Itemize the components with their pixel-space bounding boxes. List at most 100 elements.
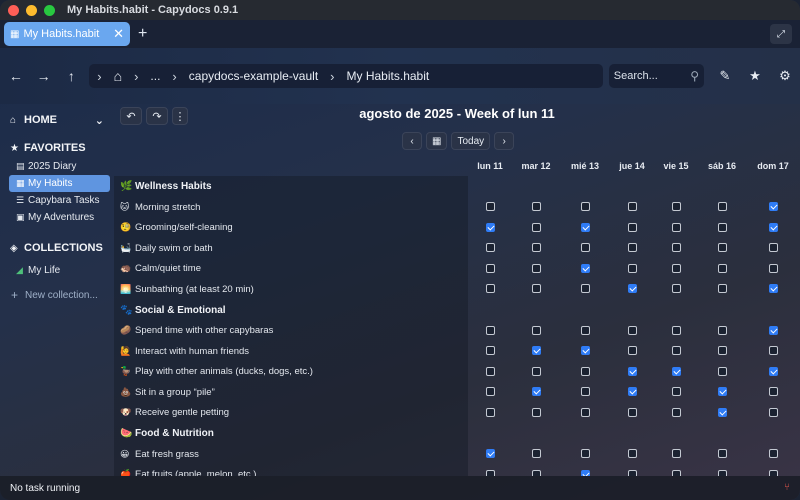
habit-checkbox[interactable] — [768, 366, 778, 376]
habit-checkbox[interactable] — [531, 387, 541, 396]
habit-checkbox[interactable] — [768, 346, 778, 355]
habit-checkbox[interactable] — [580, 366, 590, 376]
habit-checkbox[interactable] — [580, 202, 590, 211]
habit-checkbox[interactable] — [485, 407, 495, 417]
habit-checkbox[interactable] — [671, 222, 681, 232]
fullscreen-icon[interactable]: ⤢ — [770, 24, 792, 44]
habit-checkbox[interactable] — [671, 366, 681, 376]
habit-checkbox[interactable] — [531, 243, 541, 252]
home-icon[interactable]: ⌂ — [114, 68, 122, 84]
habit-checkbox[interactable] — [627, 243, 637, 252]
habit-checkbox[interactable] — [768, 202, 778, 211]
habit-checkbox[interactable] — [485, 387, 495, 396]
sidebar-item-my-habits[interactable]: ▦ My Habits — [9, 175, 110, 192]
next-week-button[interactable]: › — [494, 132, 515, 150]
habit-checkbox[interactable] — [531, 222, 541, 232]
habit-checkbox[interactable] — [580, 387, 590, 396]
habit-checkbox[interactable] — [580, 325, 590, 335]
habit-checkbox[interactable] — [671, 387, 681, 396]
habit-checkbox[interactable] — [717, 284, 727, 293]
sidebar-item-my-adventures[interactable]: ▣ My Adventures — [9, 209, 110, 226]
habit-checkbox[interactable] — [717, 366, 727, 376]
habit-checkbox[interactable] — [627, 407, 637, 417]
habit-checkbox[interactable] — [717, 263, 727, 273]
more-options-icon[interactable]: ⋮ — [172, 107, 188, 125]
habit-checkbox[interactable] — [768, 243, 778, 252]
habit-checkbox[interactable] — [717, 346, 727, 355]
habit-checkbox[interactable] — [768, 284, 778, 293]
habit-checkbox[interactable] — [671, 284, 681, 293]
gear-icon[interactable]: ⚙ — [770, 68, 800, 84]
close-window-button[interactable] — [8, 4, 19, 16]
habit-checkbox[interactable] — [671, 407, 681, 417]
habit-checkbox[interactable] — [768, 407, 778, 417]
minimize-window-button[interactable] — [26, 4, 37, 16]
habit-checkbox[interactable] — [580, 243, 590, 252]
habit-checkbox[interactable] — [485, 325, 495, 335]
habit-checkbox[interactable] — [531, 284, 541, 293]
habit-checkbox[interactable] — [485, 222, 495, 232]
habit-checkbox[interactable] — [768, 222, 778, 232]
habit-checkbox[interactable] — [671, 346, 681, 355]
habit-checkbox[interactable] — [717, 222, 727, 232]
habit-checkbox[interactable] — [717, 387, 727, 396]
sidebar-item-my-life[interactable]: ◢ My Life — [9, 262, 110, 279]
habit-checkbox[interactable] — [580, 284, 590, 293]
new-tab-button[interactable]: + — [138, 25, 147, 43]
sidebar-item-capybara-tasks[interactable]: ☰ Capybara Tasks — [9, 192, 110, 209]
habit-checkbox[interactable] — [485, 346, 495, 355]
habit-checkbox[interactable] — [485, 202, 495, 211]
branch-icon[interactable]: ⑂ — [784, 482, 790, 493]
breadcrumb-item-vault[interactable]: capydocs-example-vault — [189, 69, 318, 83]
close-tab-icon[interactable]: ✕ — [113, 26, 124, 42]
habit-checkbox[interactable] — [717, 243, 727, 252]
undo-icon[interactable]: ↶ — [120, 107, 142, 125]
habit-checkbox[interactable] — [768, 387, 778, 396]
habit-checkbox[interactable] — [671, 325, 681, 335]
calendar-picker-icon[interactable]: ▦ — [426, 132, 448, 150]
star-icon[interactable]: ★ — [740, 68, 770, 84]
breadcrumb-item-file[interactable]: My Habits.habit — [347, 69, 430, 83]
habit-checkbox[interactable] — [627, 325, 637, 335]
habit-checkbox[interactable] — [531, 202, 541, 211]
habit-checkbox[interactable] — [485, 243, 495, 252]
habit-checkbox[interactable] — [768, 263, 778, 273]
habit-checkbox[interactable] — [485, 449, 495, 458]
habit-checkbox[interactable] — [627, 284, 637, 293]
habit-checkbox[interactable] — [580, 449, 590, 458]
habit-checkbox[interactable] — [485, 366, 495, 376]
habit-checkbox[interactable] — [627, 222, 637, 232]
habit-checkbox[interactable] — [671, 202, 681, 211]
habit-checkbox[interactable] — [768, 325, 778, 335]
habit-checkbox[interactable] — [627, 202, 637, 211]
chevron-right-icon[interactable]: › — [97, 69, 101, 84]
search-input[interactable]: Search... ⚲ — [608, 64, 704, 88]
habit-checkbox[interactable] — [485, 263, 495, 273]
habit-checkbox[interactable] — [717, 407, 727, 417]
up-arrow-icon[interactable]: ↑ — [58, 68, 86, 84]
habit-checkbox[interactable] — [531, 407, 541, 417]
habit-checkbox[interactable] — [531, 325, 541, 335]
habit-checkbox[interactable] — [580, 222, 590, 232]
habit-checkbox[interactable] — [627, 263, 637, 273]
habit-checkbox[interactable] — [580, 346, 590, 355]
habit-checkbox[interactable] — [531, 449, 541, 458]
redo-icon[interactable]: ↷ — [146, 107, 168, 125]
habit-checkbox[interactable] — [717, 202, 727, 211]
new-collection-button[interactable]: + New collection... — [0, 285, 114, 305]
habit-checkbox[interactable] — [671, 449, 681, 458]
chevron-down-icon[interactable]: ⌄ — [95, 114, 104, 127]
habit-checkbox[interactable] — [580, 263, 590, 273]
brush-icon[interactable]: ✎ — [710, 68, 740, 84]
habit-checkbox[interactable] — [627, 346, 637, 355]
forward-arrow-icon[interactable]: → — [30, 68, 58, 84]
zoom-window-button[interactable] — [44, 4, 55, 16]
previous-week-button[interactable]: ‹ — [402, 132, 422, 150]
habit-checkbox[interactable] — [717, 325, 727, 335]
habit-checkbox[interactable] — [531, 346, 541, 355]
tab-my-habits[interactable]: ▦ My Habits.habit ✕ — [4, 22, 130, 46]
habit-checkbox[interactable] — [531, 263, 541, 273]
habit-checkbox[interactable] — [671, 263, 681, 273]
habit-checkbox[interactable] — [627, 366, 637, 376]
habit-checkbox[interactable] — [768, 449, 778, 458]
